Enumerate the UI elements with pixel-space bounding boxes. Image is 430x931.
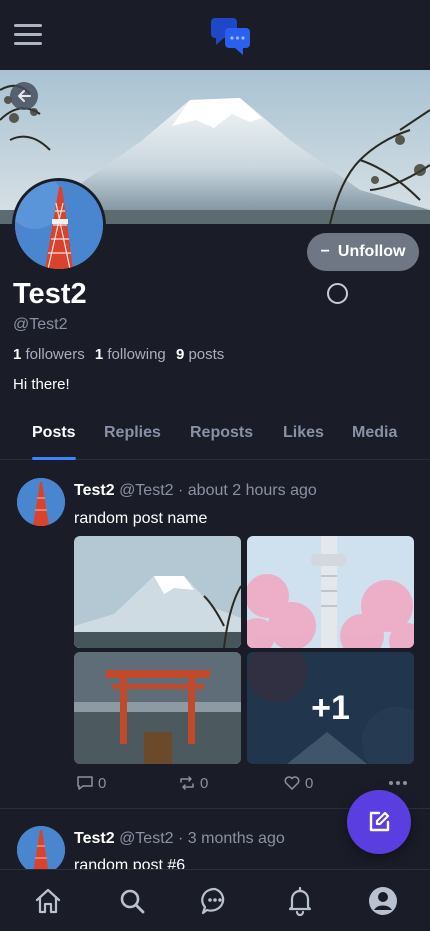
following-count: 1 xyxy=(94,346,104,363)
post-handle: @Test2 xyxy=(119,830,174,847)
posts-stat: 9 posts xyxy=(176,346,224,363)
profile-stats: 1 followers 1 following 9 posts xyxy=(13,346,230,363)
hamburger-icon[interactable] xyxy=(14,24,42,46)
repost-button[interactable]: 0 xyxy=(178,774,208,792)
comment-icon xyxy=(77,776,93,790)
tab-likes[interactable]: Likes xyxy=(283,424,324,442)
back-button[interactable] xyxy=(10,82,38,110)
post-actions: 0 0 0 xyxy=(74,774,414,796)
comment-count: 0 xyxy=(98,774,107,792)
repost-count: 0 xyxy=(200,774,209,792)
posts-label: posts xyxy=(188,346,225,363)
tab-media[interactable]: Media xyxy=(352,424,397,442)
post-author[interactable]: Test2 xyxy=(74,482,115,499)
followers-count: 1 xyxy=(13,346,22,363)
tab-posts[interactable]: Posts xyxy=(32,424,76,442)
comment-button[interactable]: 0 xyxy=(76,774,106,792)
post-separator: · xyxy=(178,482,184,499)
followers-stat[interactable]: 1 followers xyxy=(13,346,85,363)
post-avatar[interactable] xyxy=(17,826,65,874)
post-avatar[interactable] xyxy=(17,478,65,526)
post-time: about 2 hours ago xyxy=(187,482,317,499)
following-stat[interactable]: 1 following xyxy=(95,346,166,363)
messages-icon[interactable] xyxy=(200,886,230,916)
post-text: random post name xyxy=(74,510,208,527)
compose-icon xyxy=(369,811,390,832)
posts-count: 9 xyxy=(175,346,185,363)
following-label: following xyxy=(107,346,166,363)
profile-handle: @Test2 xyxy=(13,316,68,333)
app-logo[interactable] xyxy=(210,16,252,56)
profile-display-name: Test2 xyxy=(13,278,87,310)
profile-bio: Hi there! xyxy=(13,376,70,393)
post-author[interactable]: Test2 xyxy=(74,830,115,847)
post-image-grid: +1 xyxy=(74,536,414,764)
active-tab-indicator xyxy=(32,457,76,460)
post-separator: · xyxy=(178,830,184,847)
post-header: Test2 @Test2 · 3 months ago xyxy=(74,830,285,848)
tab-reposts[interactable]: Reposts xyxy=(190,424,253,442)
search-icon[interactable] xyxy=(117,886,147,916)
bottom-nav xyxy=(0,869,430,931)
more-options-button[interactable] xyxy=(388,774,408,792)
followers-label: followers xyxy=(25,346,85,363)
bell-icon[interactable] xyxy=(285,886,315,916)
like-count: 0 xyxy=(305,774,314,792)
more-dots-icon xyxy=(389,781,407,785)
unfollow-button[interactable]: − Unfollow xyxy=(307,233,419,271)
home-icon[interactable] xyxy=(33,886,63,916)
post-image[interactable] xyxy=(74,536,241,648)
like-button[interactable]: 0 xyxy=(283,774,313,792)
post-header: Test2 @Test2 · about 2 hours ago xyxy=(74,482,317,500)
tab-replies[interactable]: Replies xyxy=(104,424,161,442)
unfollow-label: Unfollow xyxy=(337,243,406,260)
post-image[interactable] xyxy=(247,536,414,648)
post-handle: @Test2 xyxy=(119,482,174,499)
arrow-left-icon xyxy=(18,90,31,102)
minus-icon: − xyxy=(320,243,330,260)
post-image-more[interactable]: +1 xyxy=(247,652,414,764)
post-image[interactable] xyxy=(74,652,241,764)
top-bar xyxy=(0,0,430,70)
profile-tabs: Posts Replies Reposts Likes Media xyxy=(0,412,430,460)
repost-icon xyxy=(180,776,194,790)
heart-icon xyxy=(284,776,300,790)
post-time: 3 months ago xyxy=(187,830,285,847)
status-circle-icon xyxy=(327,283,348,304)
profile-avatar xyxy=(12,178,106,272)
extra-images-count: +1 xyxy=(247,652,414,764)
user-icon[interactable] xyxy=(368,886,398,916)
compose-button[interactable] xyxy=(347,790,411,854)
